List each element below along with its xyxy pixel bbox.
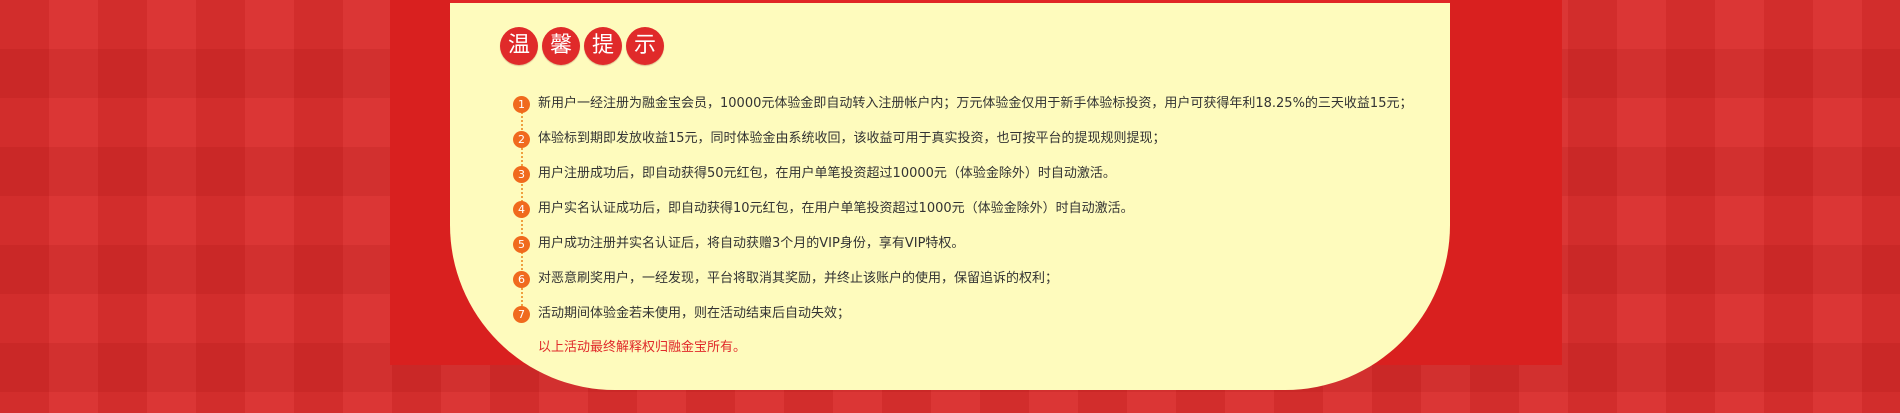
rule-text: 用户注册成功后，即自动获得50元红包，在用户单笔投资超过10000元（体验金除外… <box>538 166 1116 181</box>
rule-item: 1 新用户一经注册为融金宝会员，10000元体验金即自动转入注册帐户内；万元体验… <box>513 93 1443 128</box>
rule-number-badge: 5 <box>513 236 530 253</box>
rule-text: 活动期间体验金若未使用，则在活动结束后自动失效； <box>538 306 851 321</box>
rule-item: 7 活动期间体验金若未使用，则在活动结束后自动失效； <box>513 303 1443 338</box>
rules-list: 1 新用户一经注册为融金宝会员，10000元体验金即自动转入注册帐户内；万元体验… <box>513 93 1443 338</box>
disclaimer-note: 以上活动最终解释权归融金宝所有。 <box>538 340 747 355</box>
rule-item: 6 对恶意刷奖用户，一经发现，平台将取消其奖励，并终止该账户的使用，保留追诉的权… <box>513 268 1443 303</box>
rule-number-badge: 7 <box>513 306 530 323</box>
rule-text: 用户成功注册并实名认证后，将自动获赠3个月的VIP身份，享有VIP特权。 <box>538 236 965 251</box>
rule-text: 用户实名认证成功后，即自动获得10元红包，在用户单笔投资超过1000元（体验金除… <box>538 201 1134 216</box>
rule-text: 对恶意刷奖用户，一经发现，平台将取消其奖励，并终止该账户的使用，保留追诉的权利； <box>538 271 1059 286</box>
rule-item: 5 用户成功注册并实名认证后，将自动获赠3个月的VIP身份，享有VIP特权。 <box>513 233 1443 268</box>
notice-title: 温 馨 提 示 <box>500 27 664 65</box>
title-char: 提 <box>584 27 622 65</box>
rule-text: 体验标到期即发放收益15元，同时体验金由系统收回，该收益可用于真实投资，也可按平… <box>538 131 1166 146</box>
rule-item: 4 用户实名认证成功后，即自动获得10元红包，在用户单笔投资超过1000元（体验… <box>513 198 1443 233</box>
title-char: 示 <box>626 27 664 65</box>
rule-text: 新用户一经注册为融金宝会员，10000元体验金即自动转入注册帐户内；万元体验金仅… <box>538 96 1413 111</box>
title-char: 馨 <box>542 27 580 65</box>
rule-number-badge: 1 <box>513 96 530 113</box>
rule-item: 2 体验标到期即发放收益15元，同时体验金由系统收回，该收益可用于真实投资，也可… <box>513 128 1443 163</box>
rule-number-badge: 6 <box>513 271 530 288</box>
rule-item: 3 用户注册成功后，即自动获得50元红包，在用户单笔投资超过10000元（体验金… <box>513 163 1443 198</box>
title-char: 温 <box>500 27 538 65</box>
notice-card: 温 馨 提 示 1 新用户一经注册为融金宝会员，10000元体验金即自动转入注册… <box>450 0 1450 390</box>
rule-number-badge: 2 <box>513 131 530 148</box>
rule-number-badge: 4 <box>513 201 530 218</box>
rule-number-badge: 3 <box>513 166 530 183</box>
